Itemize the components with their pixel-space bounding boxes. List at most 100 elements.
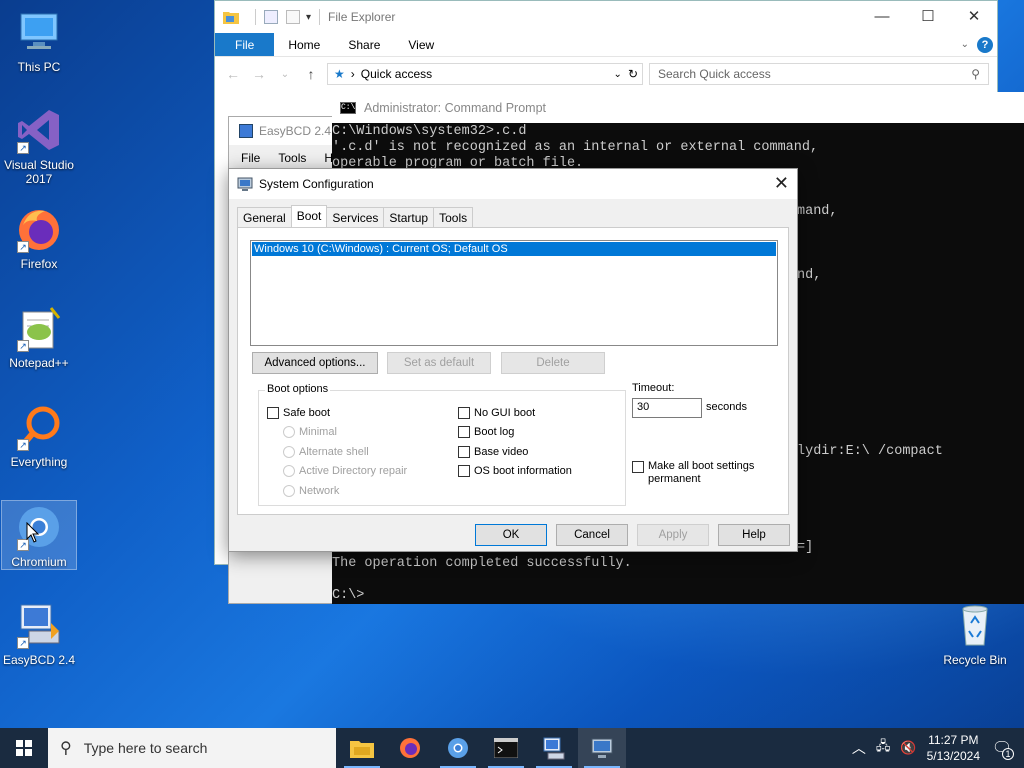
taskbar-app-system-configuration[interactable] (578, 728, 626, 768)
desktop-icon-recycle-bin[interactable]: Recycle Bin (937, 601, 1013, 667)
firefox-icon: ↗ (15, 205, 63, 253)
easybcd-menu-tools[interactable]: Tools (278, 151, 306, 165)
recent-locations-icon[interactable]: ⌄ (275, 69, 295, 80)
tab-tools[interactable]: Tools (433, 207, 474, 227)
desktop-icon-easybcd[interactable]: ↗ EasyBCD 2.4 (1, 601, 77, 667)
radio-circle[interactable] (283, 446, 295, 458)
close-button[interactable]: ✕ (951, 1, 997, 31)
action-center-icon[interactable]: 🗨 1 (990, 736, 1014, 760)
taskbar-app-easybcd[interactable] (530, 728, 578, 768)
close-button[interactable]: ✕ (774, 173, 789, 194)
customize-toolbar-icon[interactable]: ▾ (306, 12, 311, 23)
address-dropdown-icon[interactable]: ⌄ (614, 69, 622, 80)
radio-circle[interactable] (283, 426, 295, 438)
advanced-options-button[interactable]: Advanced options... (252, 352, 378, 374)
system-configuration-dialog[interactable]: System Configuration ✕ General Boot Serv… (228, 168, 798, 552)
up-arrow-icon[interactable]: ↑ (301, 66, 321, 82)
cmd-app-icon: C:\ (340, 101, 356, 114)
clock[interactable]: 11:27 PM 5/13/2024 (927, 732, 980, 764)
tab-general[interactable]: General (237, 207, 292, 227)
checkbox-label: No GUI boot (474, 407, 536, 419)
explorer-search-input[interactable]: Search Quick access ⚲ (649, 63, 989, 85)
alternate-shell-radio[interactable]: Alternate shell (283, 446, 369, 458)
minimize-button[interactable]: — (859, 1, 905, 31)
forward-arrow-icon[interactable]: → (249, 66, 269, 82)
help-button[interactable]: Help (718, 524, 790, 546)
no-gui-boot-checkbox[interactable]: No GUI boot (458, 407, 535, 419)
checkbox-label: Safe boot (283, 407, 331, 419)
desktop-icon-this-pc[interactable]: This PC (1, 8, 77, 74)
network-radio[interactable]: Network (283, 485, 339, 497)
taskbar: ⚲ Type here to search ︿ 🖧 🔇 11:27 PM 5/1… (0, 728, 1024, 768)
maximize-button[interactable]: ☐ (905, 1, 951, 31)
checkbox-box[interactable] (458, 407, 470, 419)
start-button[interactable] (0, 728, 48, 768)
ribbon-tab-view[interactable]: View (394, 33, 448, 56)
os-list[interactable]: Windows 10 (C:\Windows) : Current OS; De… (250, 240, 778, 346)
safe-boot-checkbox[interactable]: Safe boot (267, 407, 330, 419)
cancel-button[interactable]: Cancel (556, 524, 628, 546)
taskbar-app-file-explorer[interactable] (338, 728, 386, 768)
search-icon: ⚲ (971, 67, 980, 81)
volume-muted-icon[interactable]: 🔇 (900, 740, 916, 756)
desktop-icon-everything[interactable]: ↗ Everything (1, 403, 77, 469)
desktop-icon-label: Notepad++ (9, 356, 69, 370)
cmd-line: lydir:E:\ /compact (797, 444, 943, 459)
apply-button[interactable]: Apply (637, 524, 709, 546)
ribbon-tab-file[interactable]: File (215, 33, 275, 56)
desktop-icon-visual-studio[interactable]: ↗ Visual Studio 2017 (1, 106, 77, 186)
shortcut-arrow-icon: ↗ (17, 439, 29, 451)
make-permanent-checkbox[interactable]: Make all boot settings permanent (632, 460, 772, 486)
refresh-icon[interactable]: ↻ (628, 67, 642, 81)
delete-button[interactable]: Delete (501, 352, 605, 374)
ok-button[interactable]: OK (475, 524, 547, 546)
desktop-icon-notepad-plus-plus[interactable]: ↗ Notepad++ (1, 304, 77, 370)
taskbar-app-firefox[interactable] (386, 728, 434, 768)
checkbox-box[interactable] (267, 407, 279, 419)
timeout-label: Timeout: (632, 382, 675, 394)
boot-log-checkbox[interactable]: Boot log (458, 426, 514, 438)
taskbar-app-command-prompt[interactable] (482, 728, 530, 768)
network-icon[interactable]: 🖧 (876, 737, 891, 759)
back-arrow-icon[interactable]: ← (223, 66, 243, 82)
cmd-line: C:\Windows\system32>.c.d (332, 124, 527, 139)
os-boot-information-checkbox[interactable]: OS boot information (458, 465, 572, 477)
taskbar-search-box[interactable]: ⚲ Type here to search (48, 728, 336, 768)
tab-services[interactable]: Services (326, 207, 385, 227)
checkbox-box[interactable] (458, 446, 470, 458)
address-bar[interactable]: ★ › Quick access ⌄ ↻ (327, 63, 643, 85)
show-hidden-icons-chevron-icon[interactable]: ︿ (852, 738, 866, 758)
help-icon[interactable]: ? (977, 37, 993, 53)
checkbox-box[interactable] (458, 465, 470, 477)
set-as-default-button[interactable]: Set as default (387, 352, 491, 374)
radio-circle[interactable] (283, 485, 295, 497)
desktop-icon-label: Chromium (11, 555, 67, 569)
cmd-prompt-line[interactable]: C:\> (332, 588, 364, 604)
tab-startup[interactable]: Startup (383, 207, 435, 227)
msconfig-titlebar[interactable]: System Configuration (229, 169, 797, 199)
quick-access-star-icon: ★ (334, 67, 345, 81)
properties-icon[interactable] (264, 10, 278, 24)
cmd-titlebar[interactable]: C:\ Administrator: Command Prompt (332, 92, 1024, 123)
shortcut-arrow-icon: ↗ (17, 142, 29, 154)
explorer-titlebar[interactable]: ▾ File Explorer — ☐ ✕ (215, 1, 997, 33)
base-video-checkbox[interactable]: Base video (458, 446, 528, 458)
tab-boot[interactable]: Boot (290, 205, 328, 227)
ribbon-tab-share[interactable]: Share (334, 33, 394, 56)
active-directory-repair-radio[interactable]: Active Directory repair (283, 465, 407, 477)
taskbar-app-chromium[interactable] (434, 728, 482, 768)
explorer-title: File Explorer (328, 10, 396, 24)
everything-search-icon: ↗ (15, 403, 63, 451)
checkbox-box[interactable] (458, 426, 470, 438)
timeout-input[interactable]: 30 (632, 398, 702, 418)
easybcd-app-icon (239, 124, 253, 138)
ribbon-tab-home[interactable]: Home (274, 33, 334, 56)
radio-circle[interactable] (283, 465, 295, 477)
checkbox-box[interactable] (632, 461, 644, 473)
minimal-radio[interactable]: Minimal (283, 426, 337, 438)
desktop-icon-firefox[interactable]: ↗ Firefox (1, 205, 77, 271)
os-list-item[interactable]: Windows 10 (C:\Windows) : Current OS; De… (252, 242, 776, 256)
expand-ribbon-icon[interactable]: ⌄ (961, 33, 977, 56)
new-folder-icon[interactable] (286, 10, 300, 24)
easybcd-menu-file[interactable]: File (241, 151, 260, 165)
